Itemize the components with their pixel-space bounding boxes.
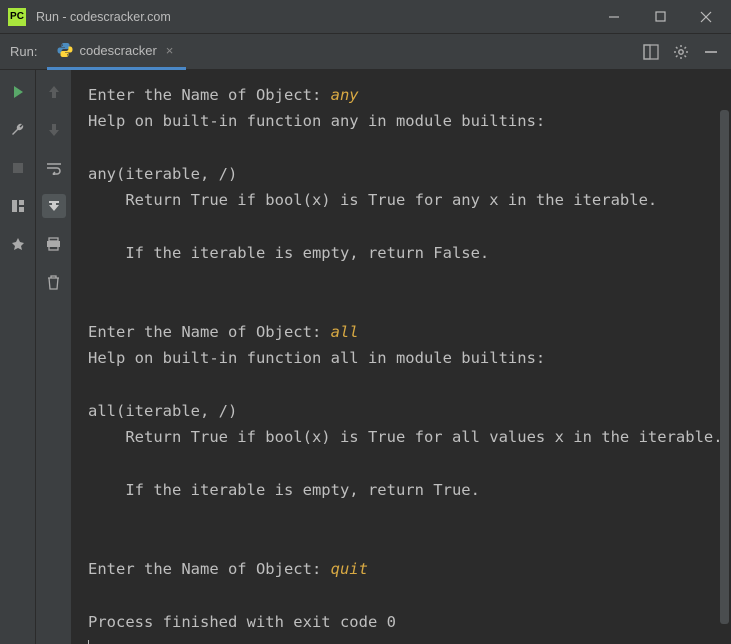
close-icon xyxy=(700,11,712,23)
close-button[interactable] xyxy=(683,0,729,34)
pin-icon xyxy=(11,237,25,251)
print-button[interactable] xyxy=(42,232,66,256)
hide-icon[interactable] xyxy=(703,44,719,60)
down-button[interactable] xyxy=(42,118,66,142)
soft-wrap-icon xyxy=(46,161,62,175)
layout-button[interactable] xyxy=(6,194,30,218)
layout-icon xyxy=(11,199,25,213)
console-output[interactable]: Enter the Name of Object: any Help on bu… xyxy=(72,70,731,644)
titlebar: PC Run - codescracker.com xyxy=(0,0,731,34)
wrench-icon xyxy=(10,122,26,138)
run-tab[interactable]: codescracker × xyxy=(47,34,186,70)
tab-close-button[interactable]: × xyxy=(163,43,177,58)
run-label: Run: xyxy=(0,44,47,59)
app-icon: PC xyxy=(8,8,26,26)
tab-label: codescracker xyxy=(79,43,156,58)
pin-button[interactable] xyxy=(6,232,30,256)
arrow-up-icon xyxy=(48,85,60,99)
window-controls xyxy=(591,0,729,34)
gear-icon[interactable] xyxy=(673,44,689,60)
trash-icon xyxy=(47,275,60,290)
print-icon xyxy=(46,237,61,251)
clear-button[interactable] xyxy=(42,270,66,294)
stop-button[interactable] xyxy=(6,156,30,180)
run-toolbar: Run: codescracker × xyxy=(0,34,731,70)
stop-icon xyxy=(12,162,24,174)
arrow-down-icon xyxy=(48,123,60,137)
maximize-button[interactable] xyxy=(637,0,683,34)
main-area: Enter the Name of Object: any Help on bu… xyxy=(0,70,731,644)
up-button[interactable] xyxy=(42,80,66,104)
rerun-button[interactable] xyxy=(6,80,30,104)
play-icon xyxy=(11,85,25,99)
python-icon xyxy=(57,42,73,58)
minimize-button[interactable] xyxy=(591,0,637,34)
scroll-to-end-button[interactable] xyxy=(42,194,66,218)
maximize-icon xyxy=(655,11,666,22)
window-title: Run - codescracker.com xyxy=(36,10,591,24)
console-text: Enter the Name of Object: any Help on bu… xyxy=(88,82,731,644)
run-gutter-primary xyxy=(0,70,36,644)
cursor xyxy=(88,640,89,644)
minimize-icon xyxy=(608,11,620,23)
debug-button[interactable] xyxy=(6,118,30,142)
expand-icon[interactable] xyxy=(643,44,659,60)
vertical-scrollbar[interactable] xyxy=(720,110,729,624)
run-gutter-secondary xyxy=(36,70,72,644)
soft-wrap-button[interactable] xyxy=(42,156,66,180)
scroll-end-icon xyxy=(47,199,61,213)
